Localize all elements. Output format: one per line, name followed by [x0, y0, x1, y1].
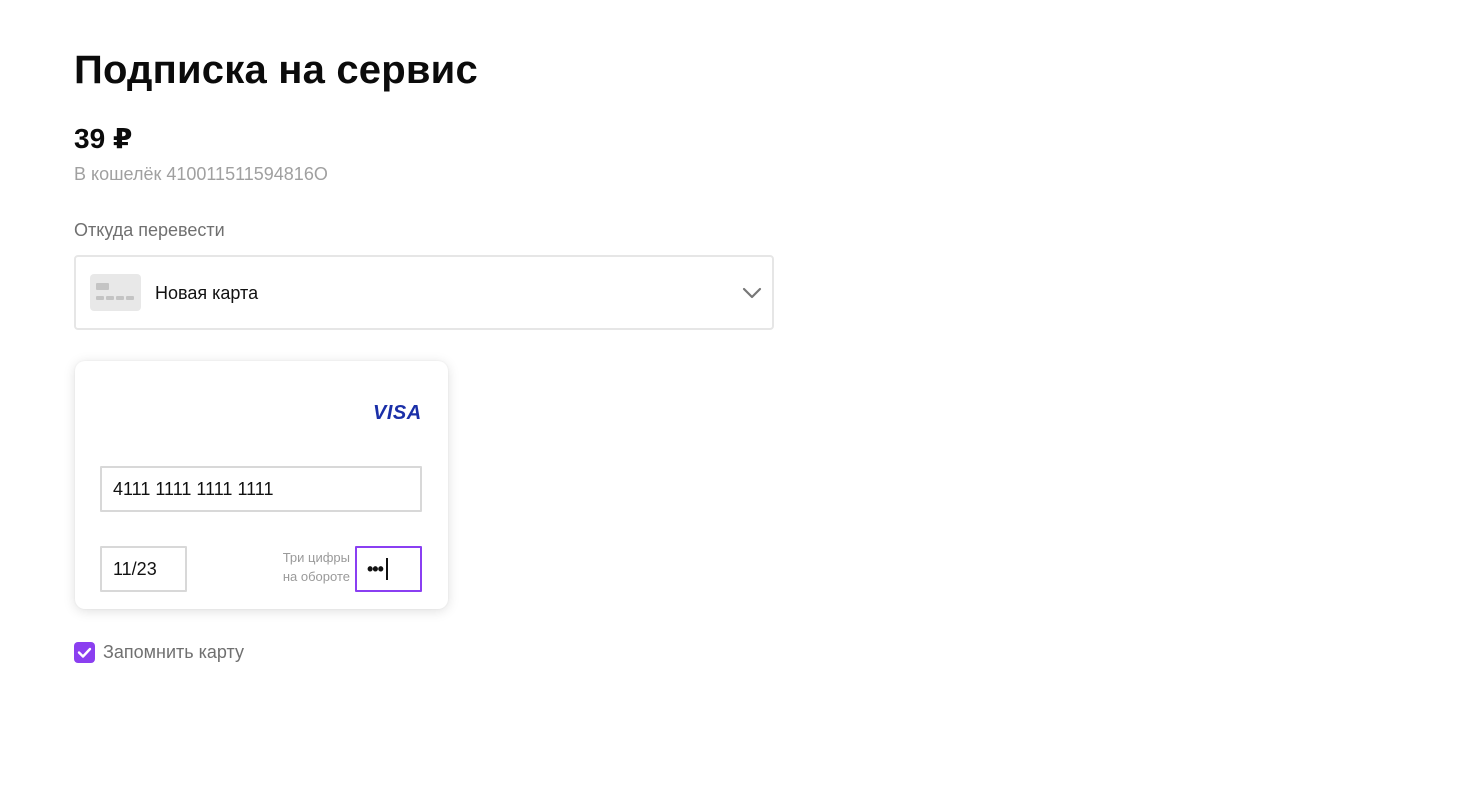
- cvc-hint: Три цифры на обороте: [283, 548, 350, 586]
- payment-source-label: Откуда перевести: [74, 220, 225, 240]
- chevron-down-icon: [740, 281, 764, 305]
- card-number-input[interactable]: [100, 466, 422, 512]
- cvc-value: •••: [367, 559, 384, 579]
- visa-logo: VISA: [373, 402, 422, 424]
- payment-page: Подписка на сервис 39 ₽ В кошелёк 410011…: [0, 0, 1462, 807]
- page-title: Подписка на сервис: [74, 48, 478, 92]
- payment-source-value: Новая карта: [155, 283, 259, 303]
- credit-card-icon: [90, 274, 141, 311]
- checkbox-checked-icon[interactable]: [74, 641, 95, 663]
- card-form: VISA Три цифры на обороте •••: [75, 361, 448, 609]
- remember-card-label: Запомнить карту: [103, 642, 244, 662]
- payment-amount: 39 ₽: [74, 123, 133, 154]
- text-cursor: [386, 558, 388, 580]
- remember-card-checkbox[interactable]: Запомнить карту: [74, 641, 244, 663]
- cvc-hint-line: Три цифры: [282, 550, 350, 565]
- recipient-wallet: В кошелёк 410011511594816О: [74, 164, 328, 184]
- payment-source-select[interactable]: Новая карта: [74, 255, 774, 330]
- expiry-date-input[interactable]: [100, 546, 187, 592]
- cvc-hint-line: на обороте: [282, 569, 350, 584]
- cvc-input[interactable]: [355, 546, 422, 592]
